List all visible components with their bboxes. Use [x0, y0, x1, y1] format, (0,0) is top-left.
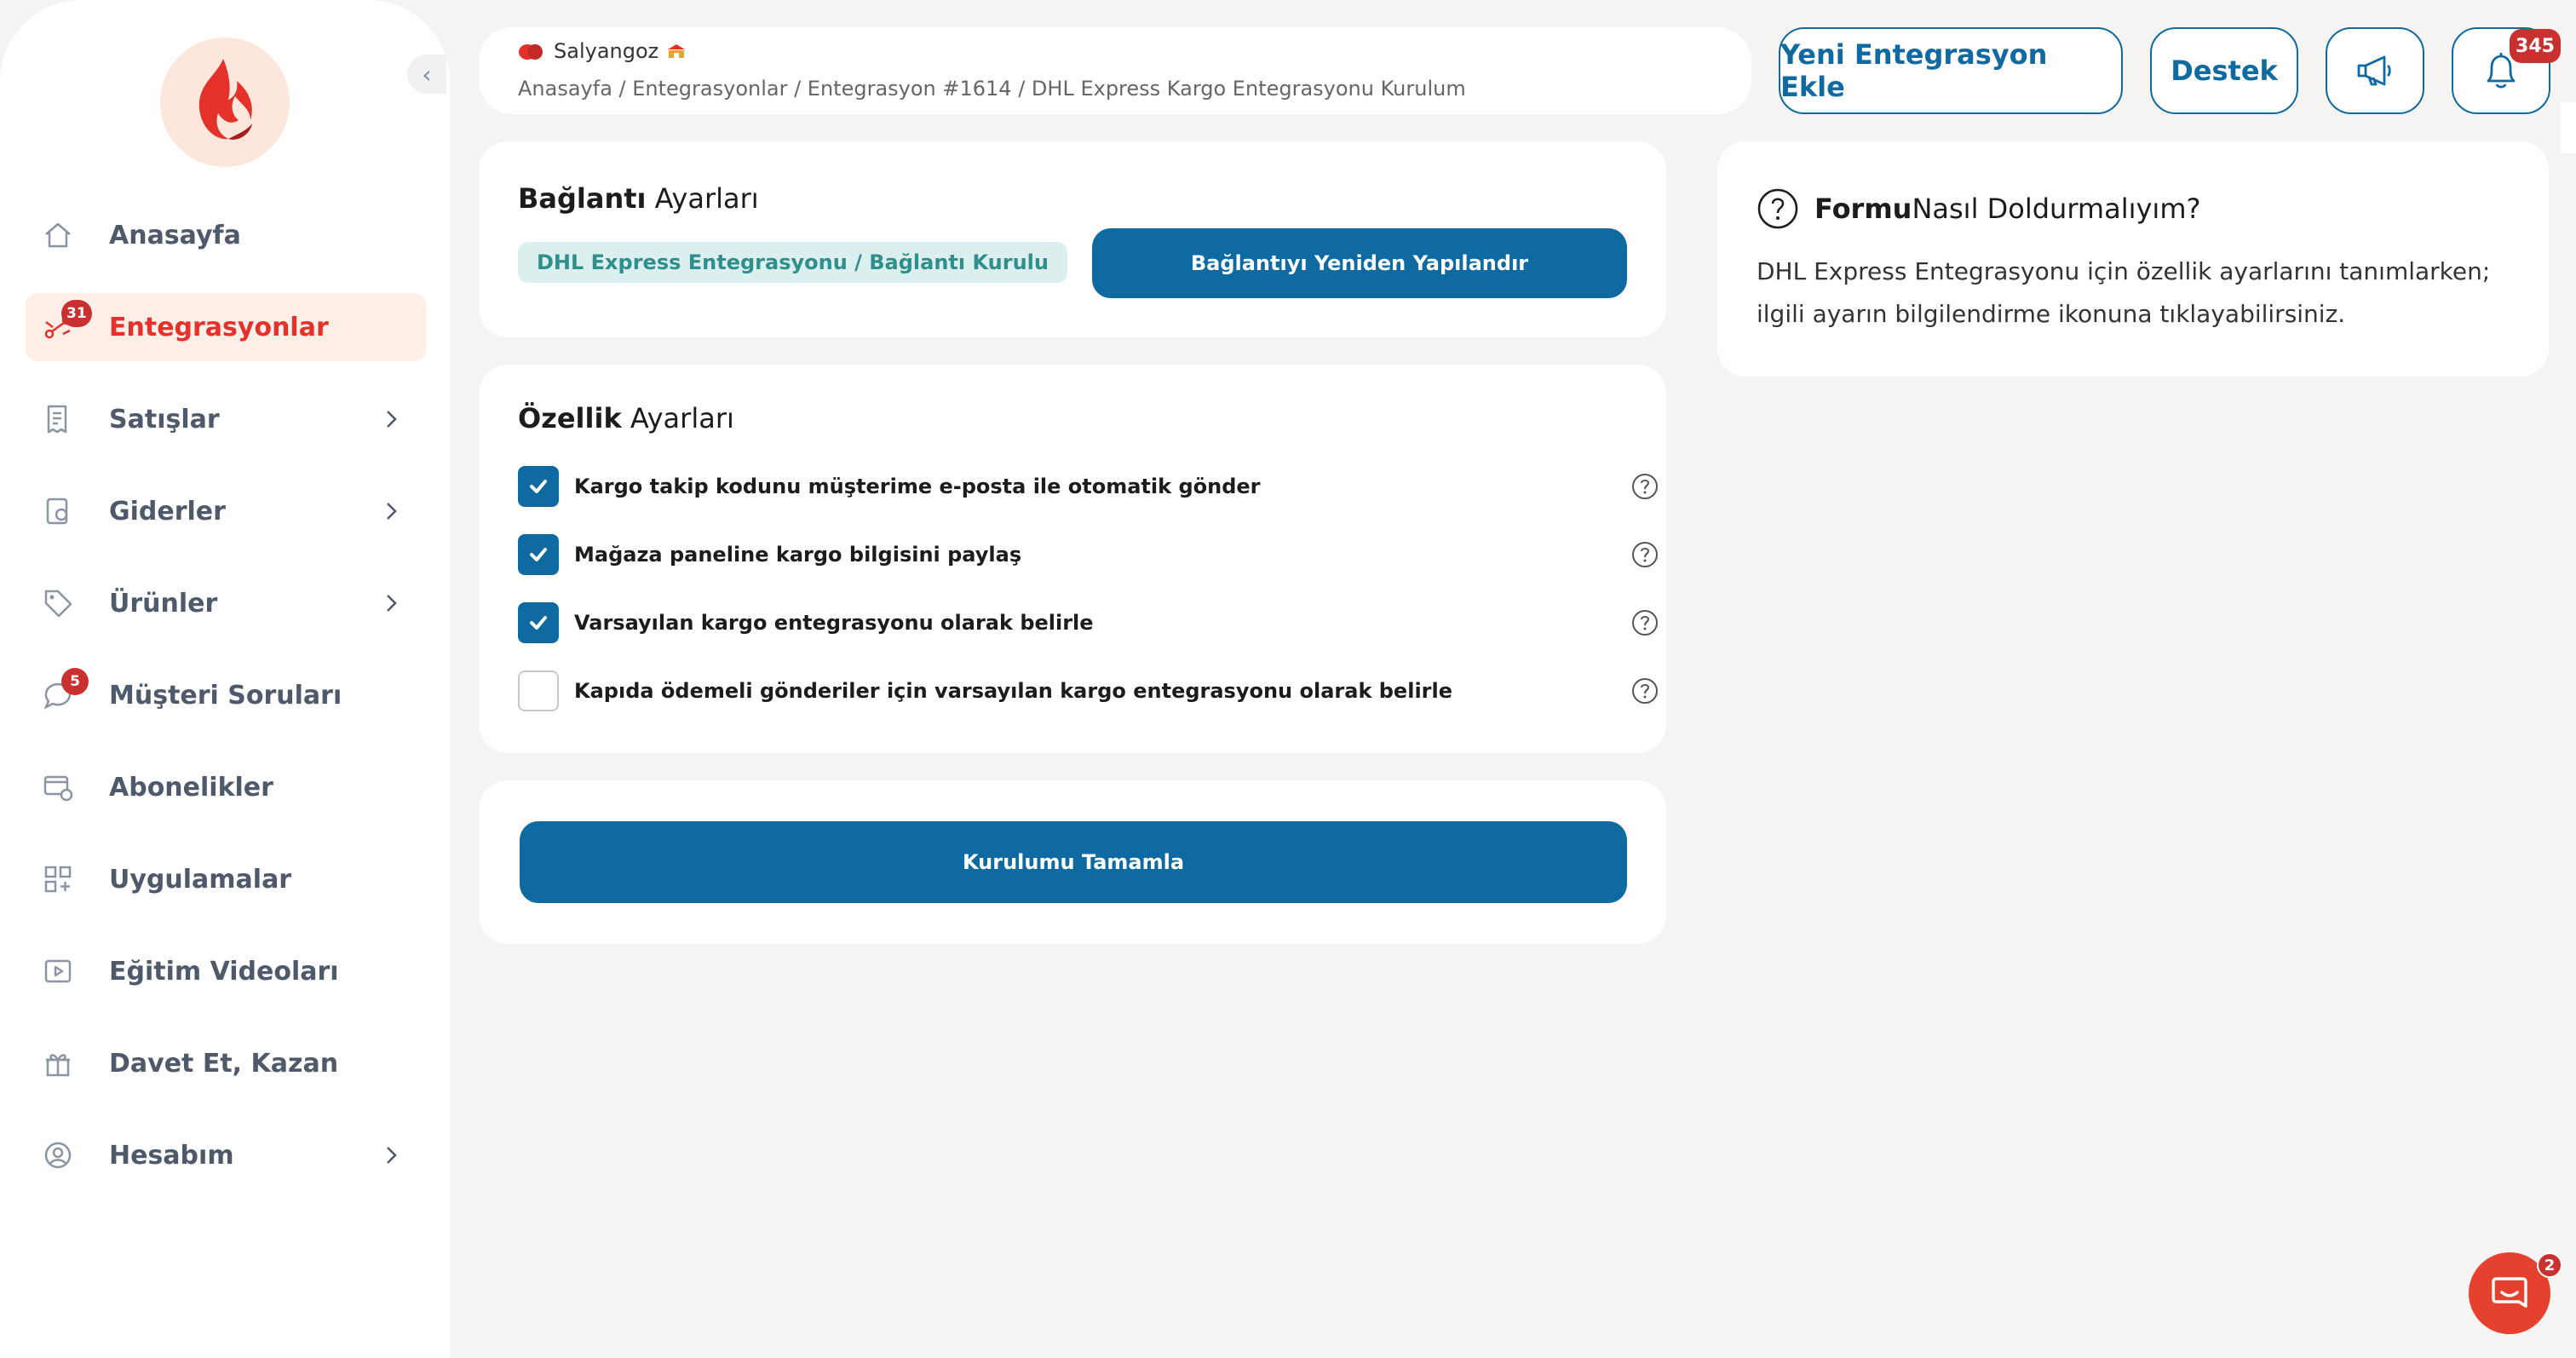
sidebar-item-label: Satışlar — [109, 404, 220, 434]
option-row-email-tracking: Kargo takip kodunu müşterime e-posta ile… — [518, 465, 1659, 508]
reconfigure-connection-button[interactable]: Bağlantıyı Yeniden Yapılandır — [1092, 228, 1627, 298]
connection-status-badge: DHL Express Entegrasyonu / Bağlantı Kuru… — [518, 242, 1067, 283]
sidebar-item-label: Müşteri Soruları — [109, 680, 342, 711]
chevron-right-icon — [387, 1147, 397, 1164]
sidebar-item-entegrasyonlar[interactable]: 31 Entegrasyonlar — [26, 293, 426, 361]
option-row-default-integration: Varsayılan kargo entegrasyonu olarak bel… — [518, 601, 1659, 644]
announcements-button[interactable] — [2326, 27, 2424, 114]
sidebar-item-label: Davet Et, Kazan — [109, 1048, 339, 1079]
chat-unread-badge: 2 — [2537, 1252, 2562, 1278]
apps-icon — [41, 862, 75, 896]
share-store-panel-checkbox[interactable] — [518, 534, 559, 575]
help-icon[interactable] — [1630, 608, 1659, 637]
sidebar-item-label: Anasayfa — [109, 220, 241, 250]
store-name: Salyangoz — [554, 39, 659, 63]
home-icon — [41, 218, 75, 252]
complete-setup-card: Kurulumu Tamamla — [479, 780, 1666, 944]
flame-logo-icon — [198, 59, 252, 140]
check-icon — [530, 548, 547, 561]
default-integration-checkbox[interactable] — [518, 602, 559, 643]
video-icon — [41, 954, 75, 988]
edge-divider — [2561, 102, 2576, 153]
sidebar-item-label: Giderler — [109, 496, 226, 527]
sidebar-item-anasayfa[interactable]: Anasayfa — [26, 201, 426, 269]
option-row-cod-default-integration: Kapıda ödemeli gönderiler için varsayıla… — [518, 670, 1659, 712]
sidebar-item-egitim-videolari[interactable]: Eğitim Videoları — [26, 937, 426, 1005]
sidebar-item-satislar[interactable]: Satışlar — [26, 385, 426, 453]
feature-settings-title: Özellik Ayarları — [518, 402, 734, 434]
help-icon[interactable] — [1630, 676, 1659, 705]
connection-settings-card: Bağlantı Ayarları DHL Express Entegrasyo… — [479, 141, 1666, 337]
breadcrumb: Anasayfa / Entegrasyonlar / Entegrasyon … — [518, 77, 1466, 101]
chevron-right-icon — [387, 595, 397, 612]
sidebar: ‹ Anasayfa 31 Entegrasyonlar Satışlar Gi… — [0, 0, 450, 1358]
sidebar-item-label: Entegrasyonlar — [109, 312, 329, 342]
help-icon[interactable] — [1630, 540, 1659, 569]
questions-count-badge: 5 — [61, 668, 89, 695]
feature-settings-card: Özellik Ayarları Kargo takip kodunu müşt… — [479, 365, 1666, 753]
help-icon[interactable] — [1630, 472, 1659, 501]
sidebar-item-abonelikler[interactable]: Abonelikler — [26, 753, 426, 821]
email-tracking-checkbox[interactable] — [518, 466, 559, 507]
sidebar-item-musteri-sorulari[interactable]: 5 Müşteri Soruları — [26, 661, 426, 729]
store-building-icon — [668, 44, 686, 58]
sidebar-item-label: Hesabım — [109, 1140, 234, 1171]
megaphone-icon — [2357, 55, 2391, 86]
help-title-bold: Formu — [1814, 193, 1912, 225]
option-label: Mağaza paneline kargo bilgisini paylaş — [574, 543, 1022, 567]
store-logo-icon — [519, 44, 543, 60]
chevron-right-icon — [387, 411, 397, 428]
brand-logo[interactable] — [160, 37, 290, 167]
user-icon — [41, 1138, 75, 1172]
help-description: DHL Express Entegrasyonu için özellik ay… — [1757, 257, 2491, 328]
option-label: Kargo takip kodunu müşterime e-posta ile… — [574, 475, 1261, 498]
option-label: Kapıda ödemeli gönderiler için varsayıla… — [574, 679, 1453, 703]
check-icon — [530, 480, 547, 493]
help-title-rest: Nasıl Doldurmalıyım? — [1912, 193, 2201, 225]
store-selector[interactable]: Salyangoz — [518, 39, 687, 63]
support-button[interactable]: Destek — [2150, 27, 2298, 114]
chat-bubble-icon — [2492, 1277, 2527, 1308]
cod-default-integration-checkbox[interactable] — [518, 670, 559, 711]
question-circle-icon — [1757, 188, 1798, 229]
tag-icon — [41, 586, 75, 620]
sidebar-item-label: Uygulamalar — [109, 864, 292, 895]
notifications-count-badge: 345 — [2510, 29, 2561, 63]
receipt-icon — [41, 402, 75, 436]
header-bar: Salyangoz Anasayfa / Entegrasyonlar / En… — [479, 27, 1751, 114]
chat-question-icon: 5 — [41, 668, 89, 712]
sidebar-item-label: Abonelikler — [109, 772, 273, 803]
help-card: Formu Nasıl Doldurmalıyım? DHL Express E… — [1717, 141, 2549, 377]
integrations-count-badge: 31 — [61, 300, 92, 327]
subscription-icon — [41, 770, 75, 804]
chevron-right-icon — [387, 503, 397, 520]
sidebar-item-label: Ürünler — [109, 588, 218, 619]
gift-icon — [41, 1046, 75, 1080]
sidebar-item-hesabim[interactable]: Hesabım — [26, 1121, 426, 1189]
expense-icon — [41, 494, 75, 528]
check-icon — [530, 616, 547, 630]
option-label: Varsayılan kargo entegrasyonu olarak bel… — [574, 611, 1094, 635]
integration-icon: 31 — [41, 300, 92, 344]
sidebar-item-label: Eğitim Videoları — [109, 956, 339, 987]
new-integration-button[interactable]: Yeni Entegrasyon Ekle — [1779, 27, 2123, 114]
collapse-sidebar-button[interactable]: ‹ — [407, 55, 446, 94]
sidebar-item-urunler[interactable]: Ürünler — [26, 569, 426, 637]
help-title: Formu Nasıl Doldurmalıyım? — [1757, 187, 2200, 230]
sidebar-item-uygulamalar[interactable]: Uygulamalar — [26, 845, 426, 913]
sidebar-item-giderler[interactable]: Giderler — [26, 477, 426, 545]
complete-setup-button[interactable]: Kurulumu Tamamla — [520, 821, 1627, 903]
sidebar-item-davet-et-kazan[interactable]: Davet Et, Kazan — [26, 1029, 426, 1097]
option-row-share-store-panel: Mağaza paneline kargo bilgisini paylaş — [518, 533, 1659, 576]
connection-settings-title: Bağlantı Ayarları — [518, 182, 759, 215]
